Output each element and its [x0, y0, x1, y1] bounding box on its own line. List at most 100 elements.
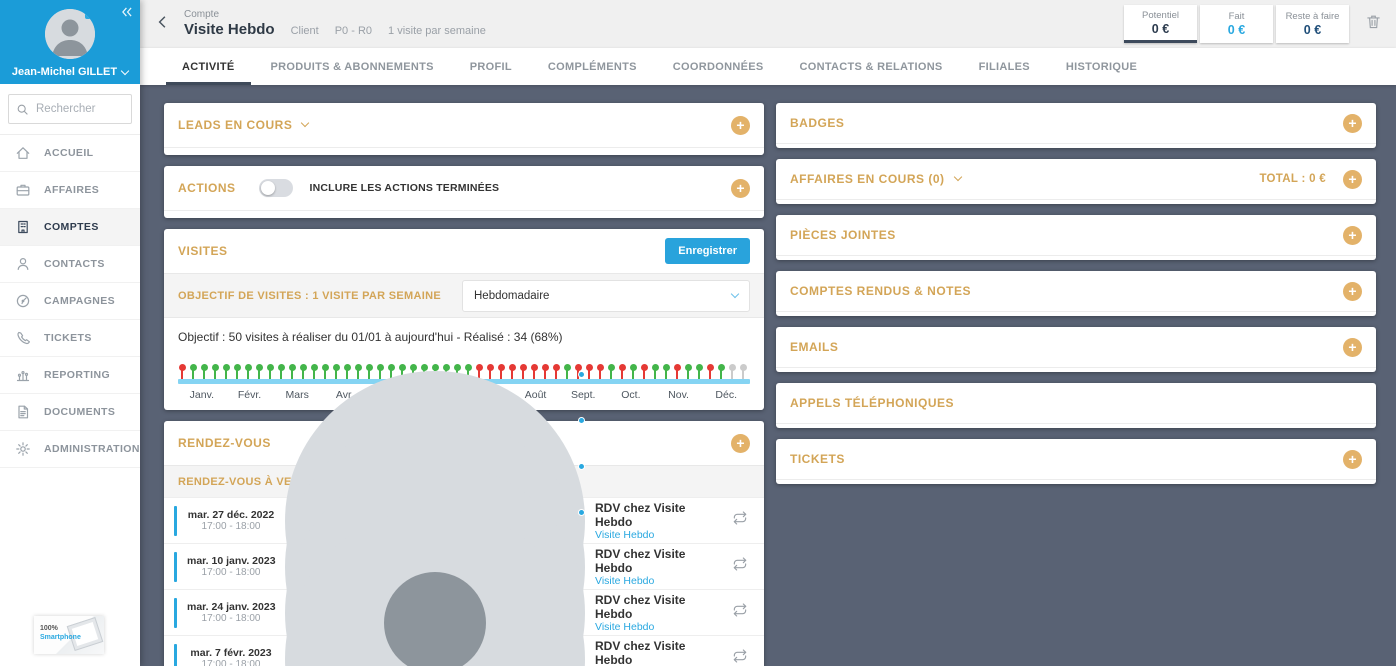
add-tickets-button[interactable]: + [1343, 450, 1362, 469]
frequency-select[interactable]: Hebdomadaire [462, 280, 750, 312]
rdv-list: mar. 27 déc. 202217:00 - 18:00RDV chez V… [164, 497, 764, 666]
sidebar-item-contacts[interactable]: CONTACTS [0, 246, 140, 283]
panel-header: PIÈCES JOINTES + [776, 215, 1376, 255]
avatar [285, 509, 585, 666]
visit-week-pin [742, 370, 744, 379]
add-action-button[interactable]: + [731, 179, 750, 198]
sidebar-item-documents[interactable]: DOCUMENTS [0, 394, 140, 431]
add-lead-button[interactable]: + [731, 116, 750, 135]
rdv-time-label: 17:00 - 18:00 [187, 613, 275, 624]
rdv-date: mar. 7 févr. 202317:00 - 18:00 [187, 647, 275, 666]
rdv-avatar-wrap [285, 509, 585, 666]
visit-week-pin [643, 370, 645, 379]
tab-compl-ments[interactable]: COMPLÉMENTS [530, 48, 655, 85]
add-affaires-en-cours-0-button[interactable]: + [1343, 170, 1362, 189]
visit-week-pin [632, 370, 634, 379]
panel-title: APPELS TÉLÉPHONIQUES [790, 396, 954, 410]
breadcrumb: Compte [184, 9, 486, 20]
topbar: Compte Visite Hebdo ClientP0 - R01 visit… [140, 0, 1396, 48]
sidebar-item-administration[interactable]: ADMINISTRATION [0, 431, 140, 468]
rdv-date: mar. 10 janv. 202317:00 - 18:00 [187, 555, 275, 578]
chevron-down-icon [301, 119, 309, 127]
presence-dot-icon [578, 509, 585, 516]
tab-filiales[interactable]: FILIALES [961, 48, 1048, 85]
sidebar-item-label: ACCUEIL [44, 147, 93, 159]
leads-panel-title[interactable]: LEADS EN COURS [178, 118, 292, 132]
visit-week-pin [599, 370, 601, 379]
tab-profil[interactable]: PROFIL [452, 48, 530, 85]
visit-week-pin [709, 370, 711, 379]
chart-icon [15, 367, 31, 383]
record-heading: Compte Visite Hebdo ClientP0 - R01 visit… [184, 9, 486, 39]
visit-week-pin [698, 370, 700, 379]
logo-line1: 100% [40, 625, 58, 632]
sidebar-item-affaires[interactable]: AFFAIRES [0, 172, 140, 209]
visit-week-pin [731, 370, 733, 379]
panel-body-empty [164, 210, 764, 218]
visit-week-pin [225, 370, 227, 379]
record-meta-item: Client [291, 25, 319, 37]
visit-week-pin [665, 370, 667, 379]
app-root: Jean-Michel GILLET ACCUEIL AFFAIRES COMPTE… [0, 0, 1396, 666]
collapse-sidebar-icon[interactable] [120, 5, 134, 24]
rdv-row[interactable]: mar. 7 févr. 202317:00 - 18:00RDV chez V… [164, 635, 764, 666]
appels-t-l-phoniques-panel: APPELS TÉLÉPHONIQUES [776, 383, 1376, 428]
panel-header: APPELS TÉLÉPHONIQUES [776, 383, 1376, 423]
visit-week-pin [280, 370, 282, 379]
stat-potentiel[interactable]: Potentiel0 € [1124, 5, 1197, 43]
sidebar-item-campagnes[interactable]: CAMPAGNES [0, 283, 140, 320]
avatar[interactable] [45, 9, 95, 59]
panel-body-empty [776, 479, 1376, 484]
comptes-rendus-notes-panel: COMPTES RENDUS & NOTES+ [776, 271, 1376, 316]
tab-activit[interactable]: ACTIVITÉ [164, 48, 253, 85]
presence-dot-icon [578, 463, 585, 470]
rdv-accent-bar [174, 506, 177, 536]
add-pi-ces-jointes-button[interactable]: + [1343, 226, 1362, 245]
rdv-account-link[interactable]: Visite Hebdo [595, 529, 722, 541]
rdv-account-link[interactable]: Visite Hebdo [595, 575, 722, 587]
pi-ces-jointes-panel: PIÈCES JOINTES + [776, 215, 1376, 260]
user-menu[interactable]: Jean-Michel GILLET [12, 66, 128, 78]
rdv-date: mar. 27 déc. 202217:00 - 18:00 [187, 509, 275, 532]
rdv-date-label: mar. 7 févr. 2023 [187, 647, 275, 659]
stat-reste-faire[interactable]: Reste à faire0 € [1276, 5, 1349, 43]
panel-body-empty [776, 199, 1376, 204]
save-button[interactable]: Enregistrer [665, 238, 750, 264]
sidebar-item-reporting[interactable]: REPORTING [0, 357, 140, 394]
back-button[interactable] [154, 13, 172, 36]
add-emails-button[interactable]: + [1343, 338, 1362, 357]
chevron-down-icon [953, 173, 961, 181]
tab-contacts-relations[interactable]: CONTACTS & RELATIONS [781, 48, 960, 85]
delete-account-button[interactable] [1365, 13, 1382, 35]
panel-title: PIÈCES JOINTES [790, 228, 896, 242]
tab-historique[interactable]: HISTORIQUE [1048, 48, 1155, 85]
toggle-knob [261, 181, 275, 195]
stat-value: 0 € [1152, 22, 1169, 36]
sidebar-item-label: CAMPAGNES [44, 295, 115, 307]
visit-summary: Objectif : 50 visites à réaliser du 01/0… [164, 317, 764, 353]
sidebar-item-tickets[interactable]: TICKETS [0, 320, 140, 357]
tab-produits-abonnements[interactable]: PRODUITS & ABONNEMENTS [253, 48, 452, 85]
rdv-time-label: 17:00 - 18:00 [187, 567, 275, 578]
month-label: Oct. [607, 389, 655, 401]
sidebar-item-accueil[interactable]: ACCUEIL [0, 135, 140, 172]
include-finished-actions-toggle[interactable] [259, 179, 293, 197]
frequency-select-value: Hebdomadaire [474, 290, 549, 302]
recurring-icon [732, 510, 748, 531]
visit-week-pin [588, 370, 590, 379]
chevron-down-icon [121, 66, 129, 74]
sidebar-item-comptes[interactable]: COMPTES [0, 209, 140, 246]
visites-panel-title: VISITES [178, 244, 228, 258]
main-area: Compte Visite Hebdo ClientP0 - R01 visit… [140, 0, 1396, 666]
presence-dot-icon [578, 371, 585, 378]
visit-week-pin [181, 370, 183, 379]
sidebar-item-label: AFFAIRES [44, 184, 99, 196]
stat-fait[interactable]: Fait0 € [1200, 5, 1273, 43]
add-comptes-rendus-notes-button[interactable]: + [1343, 282, 1362, 301]
rdv-account-link[interactable]: Visite Hebdo [595, 621, 722, 633]
gear-icon [15, 441, 31, 457]
add-badges-button[interactable]: + [1343, 114, 1362, 133]
tab-coordonn-es[interactable]: COORDONNÉES [655, 48, 782, 85]
add-rendez-vous-button[interactable]: + [731, 434, 750, 453]
stat-label: Reste à faire [1286, 11, 1340, 22]
